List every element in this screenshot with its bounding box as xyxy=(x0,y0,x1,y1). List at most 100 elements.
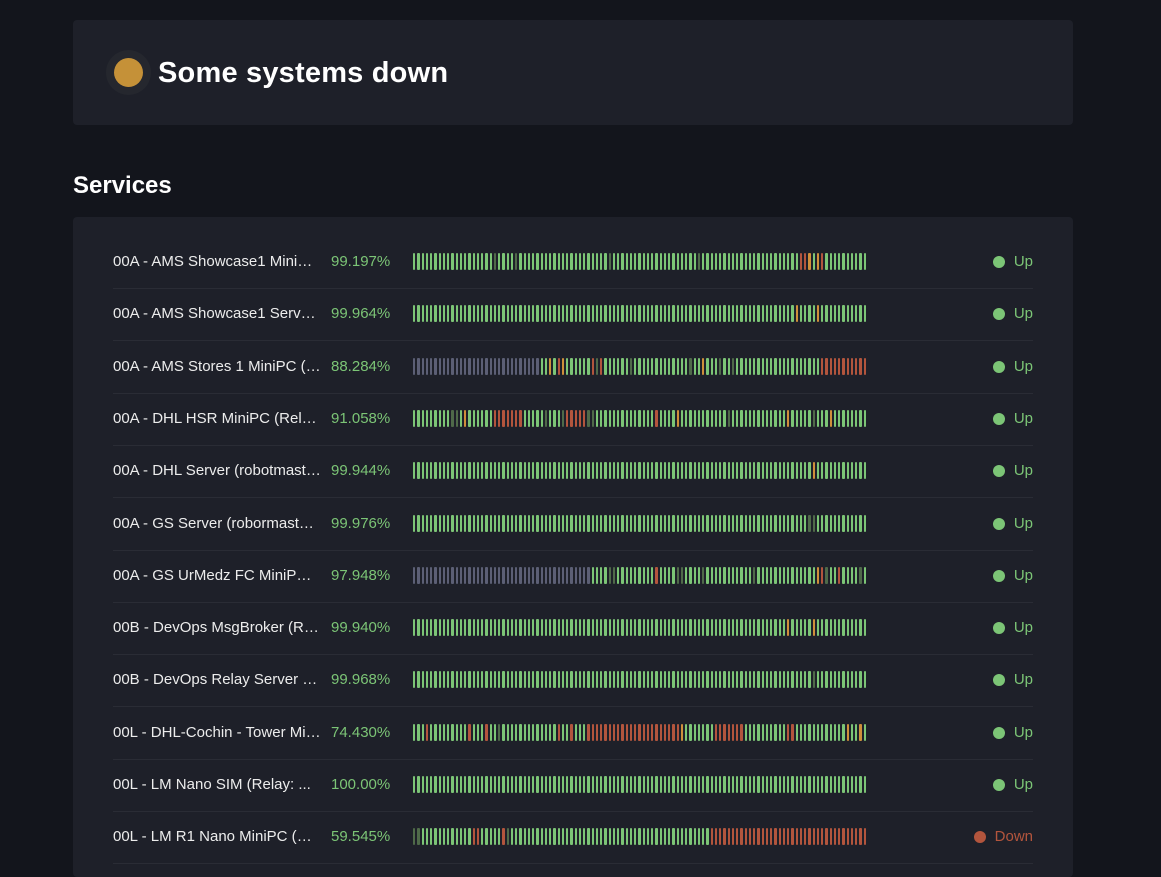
heartbeat-beat[interactable] xyxy=(455,619,458,637)
heartbeat-beat[interactable] xyxy=(663,671,666,689)
heartbeat-beat[interactable] xyxy=(540,619,543,637)
heartbeat-beat[interactable] xyxy=(481,828,484,846)
heartbeat-beat[interactable] xyxy=(553,253,556,270)
heartbeat-beat[interactable] xyxy=(693,357,696,375)
heartbeat-beat[interactable] xyxy=(706,619,709,637)
heartbeat-beat[interactable] xyxy=(689,619,692,637)
heartbeat-beat[interactable] xyxy=(782,566,785,584)
heartbeat-beat[interactable] xyxy=(625,723,628,741)
heartbeat-beat[interactable] xyxy=(744,828,747,846)
heartbeat-beat[interactable] xyxy=(625,357,628,375)
heartbeat-beat[interactable] xyxy=(706,357,709,375)
service-row[interactable]: 00L - LM R1 Nano MiniPC (Relay: ... 59.54… xyxy=(113,811,1033,865)
heartbeat-beat[interactable] xyxy=(821,462,824,480)
heartbeat-beat[interactable] xyxy=(791,776,794,793)
heartbeat-beat[interactable] xyxy=(782,619,785,637)
heartbeat-beat[interactable] xyxy=(536,514,539,532)
heartbeat-beat[interactable] xyxy=(842,305,845,323)
heartbeat-beat[interactable] xyxy=(765,671,768,689)
heartbeat-beat[interactable] xyxy=(447,409,450,427)
heartbeat-beat[interactable] xyxy=(791,253,794,270)
heartbeat-beat[interactable] xyxy=(668,357,671,375)
heartbeat-beat[interactable] xyxy=(668,566,671,584)
heartbeat-beat[interactable] xyxy=(846,619,849,637)
service-name[interactable]: 00A - GS UrMedz FC MiniPC (Relay: ... xyxy=(113,566,321,586)
heartbeat-beat[interactable] xyxy=(544,514,547,532)
heartbeat-beat[interactable] xyxy=(595,305,598,323)
heartbeat-beat[interactable] xyxy=(515,566,518,584)
heartbeat-beat[interactable] xyxy=(527,828,530,846)
heartbeat-beat[interactable] xyxy=(634,566,637,584)
heartbeat-beat[interactable] xyxy=(842,462,845,480)
heartbeat-beat[interactable] xyxy=(455,462,458,480)
heartbeat-beat[interactable] xyxy=(485,566,488,584)
heartbeat-beat[interactable] xyxy=(591,671,594,689)
heartbeat-beat[interactable] xyxy=(515,671,518,689)
heartbeat-beat[interactable] xyxy=(553,357,556,375)
heartbeat-beat[interactable] xyxy=(668,409,671,427)
heartbeat-beat[interactable] xyxy=(744,566,747,584)
heartbeat-beat[interactable] xyxy=(757,357,760,375)
heartbeat-beat[interactable] xyxy=(604,514,607,532)
heartbeat-beat[interactable] xyxy=(600,776,603,793)
heartbeat-beat[interactable] xyxy=(485,305,488,323)
heartbeat-beat[interactable] xyxy=(510,619,513,637)
heartbeat-beat[interactable] xyxy=(757,566,760,584)
heartbeat-beat[interactable] xyxy=(553,566,556,584)
heartbeat-beat[interactable] xyxy=(464,409,467,427)
heartbeat-beat[interactable] xyxy=(646,671,649,689)
heartbeat-beat[interactable] xyxy=(629,357,632,375)
heartbeat-beat[interactable] xyxy=(757,253,760,270)
heartbeat-beat[interactable] xyxy=(778,409,781,427)
heartbeat-beat[interactable] xyxy=(787,828,790,846)
heartbeat-beat[interactable] xyxy=(540,409,543,427)
heartbeat-beat[interactable] xyxy=(574,671,577,689)
heartbeat-beat[interactable] xyxy=(719,723,722,741)
heartbeat-beat[interactable] xyxy=(425,776,428,793)
heartbeat-beat[interactable] xyxy=(634,619,637,637)
heartbeat-beat[interactable] xyxy=(689,253,692,270)
heartbeat-beat[interactable] xyxy=(413,357,416,375)
heartbeat-beat[interactable] xyxy=(434,776,437,793)
heartbeat-beat[interactable] xyxy=(506,566,509,584)
heartbeat-beat[interactable] xyxy=(646,619,649,637)
heartbeat-beat[interactable] xyxy=(451,776,454,793)
heartbeat-beat[interactable] xyxy=(672,828,675,846)
heartbeat-beat[interactable] xyxy=(812,566,815,584)
heartbeat-beat[interactable] xyxy=(655,671,658,689)
heartbeat-beat[interactable] xyxy=(489,723,492,741)
heartbeat-beat[interactable] xyxy=(770,828,773,846)
heartbeat-beat[interactable] xyxy=(583,357,586,375)
heartbeat-beat[interactable] xyxy=(778,514,781,532)
heartbeat-beat[interactable] xyxy=(736,828,739,846)
heartbeat-beat[interactable] xyxy=(838,619,841,637)
heartbeat-beat[interactable] xyxy=(595,514,598,532)
heartbeat-beat[interactable] xyxy=(685,253,688,270)
heartbeat-beat[interactable] xyxy=(536,619,539,637)
heartbeat-beat[interactable] xyxy=(816,566,819,584)
heartbeat-beat[interactable] xyxy=(540,514,543,532)
heartbeat-beat[interactable] xyxy=(787,723,790,741)
heartbeat-beat[interactable] xyxy=(498,357,501,375)
heartbeat-beat[interactable] xyxy=(855,776,858,793)
heartbeat-beat[interactable] xyxy=(821,671,824,689)
heartbeat-beat[interactable] xyxy=(723,514,726,532)
heartbeat-beat[interactable] xyxy=(464,671,467,689)
heartbeat-beat[interactable] xyxy=(761,723,764,741)
heartbeat-beat[interactable] xyxy=(557,566,560,584)
heartbeat-beat[interactable] xyxy=(515,409,518,427)
heartbeat-beat[interactable] xyxy=(608,776,611,793)
heartbeat-beat[interactable] xyxy=(740,619,743,637)
heartbeat-beat[interactable] xyxy=(553,828,556,846)
heartbeat-beat[interactable] xyxy=(451,723,454,741)
heartbeat-beat[interactable] xyxy=(451,357,454,375)
heartbeat-beat[interactable] xyxy=(600,619,603,637)
heartbeat-beat[interactable] xyxy=(740,305,743,323)
heartbeat-beat[interactable] xyxy=(812,723,815,741)
heartbeat-beat[interactable] xyxy=(821,828,824,846)
heartbeat-beat[interactable] xyxy=(608,305,611,323)
heartbeat-beat[interactable] xyxy=(685,828,688,846)
heartbeat-beat[interactable] xyxy=(595,723,598,741)
heartbeat-beat[interactable] xyxy=(485,776,488,793)
heartbeat-beat[interactable] xyxy=(727,828,730,846)
